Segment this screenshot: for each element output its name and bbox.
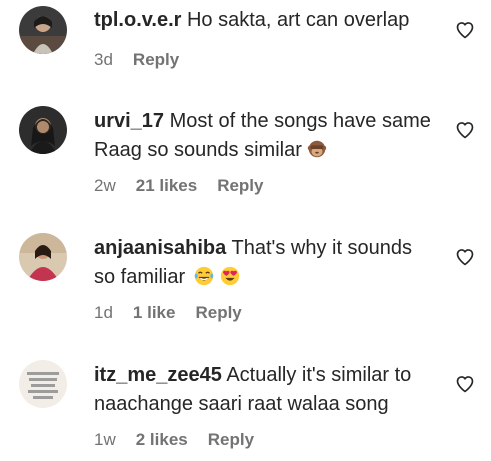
avatar[interactable] xyxy=(19,360,67,408)
comment-time: 1w xyxy=(94,430,116,449)
comment-meta: 1w 2 likes Reply xyxy=(94,430,254,450)
heart-eyes-emoji xyxy=(219,265,241,296)
comment-meta: 3d Reply xyxy=(94,50,179,70)
heart-outline-icon[interactable] xyxy=(455,20,475,40)
likes-count[interactable]: 21 likes xyxy=(136,176,197,196)
reply-button[interactable]: Reply xyxy=(133,50,179,70)
reply-button[interactable]: Reply xyxy=(208,430,254,450)
reply-button[interactable]: Reply xyxy=(217,176,263,196)
likes-count[interactable]: 1 like xyxy=(133,303,176,323)
comment-body: itz_me_zee45 Actually it's similar to na… xyxy=(94,361,434,419)
comment-body: tpl.o.v.e.r Ho sakta, art can overlap xyxy=(94,6,434,35)
comment-text: Ho sakta, art can overlap xyxy=(186,9,410,31)
comment-time: 3d xyxy=(94,50,113,69)
comment-body: anjaanisahiba That's why it sounds so fa… xyxy=(94,234,434,296)
heart-outline-icon[interactable] xyxy=(455,120,475,140)
avatar[interactable] xyxy=(19,6,67,54)
reply-button[interactable]: Reply xyxy=(195,303,241,323)
comment-username[interactable]: anjaanisahiba xyxy=(94,237,226,259)
comment-meta: 2w 21 likes Reply xyxy=(94,176,263,196)
heart-outline-icon[interactable] xyxy=(455,247,475,267)
avatar[interactable] xyxy=(19,233,67,281)
comment-time: 2w xyxy=(94,176,116,195)
comment-username[interactable]: tpl.o.v.e.r xyxy=(94,9,181,31)
likes-count[interactable]: 2 likes xyxy=(136,430,188,450)
comment-username[interactable]: itz_me_zee45 xyxy=(94,364,222,386)
heart-outline-icon[interactable] xyxy=(455,374,475,394)
comment-body: urvi_17 Most of the songs have same Raag… xyxy=(94,107,434,169)
avatar[interactable] xyxy=(19,106,67,154)
comment-username[interactable]: urvi_17 xyxy=(94,110,164,132)
comment-time: 1d xyxy=(94,303,113,322)
comment-meta: 1d 1 like Reply xyxy=(94,303,242,323)
see-no-evil-monkey-emoji xyxy=(306,138,328,169)
tears-of-joy-emoji xyxy=(193,265,215,296)
